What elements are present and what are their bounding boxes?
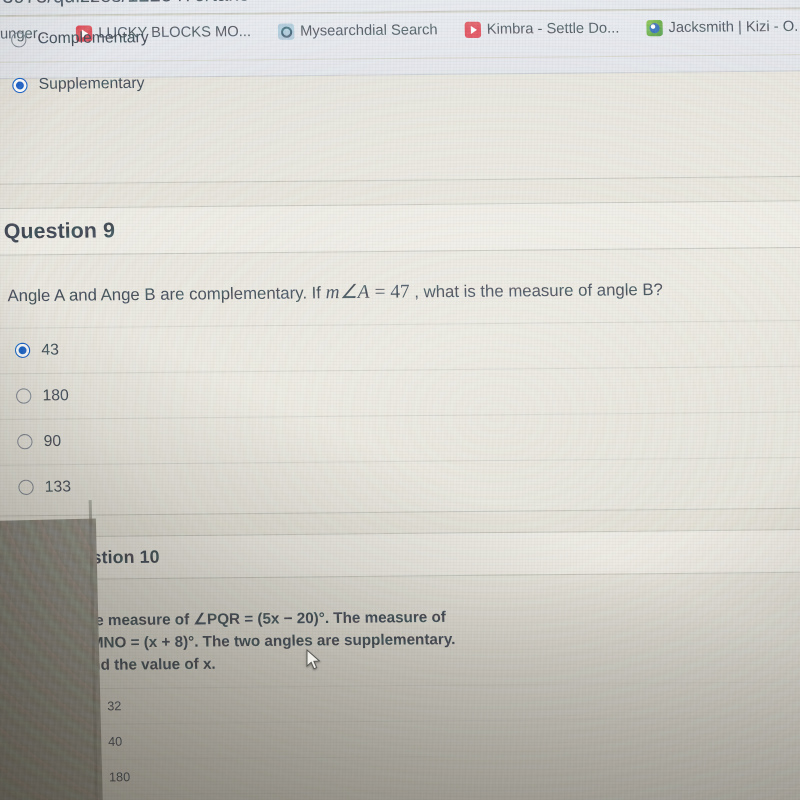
answer-label: 180 <box>108 770 131 785</box>
math-equals: = <box>369 281 391 303</box>
answer-list-10: 32 40 180 1 <box>25 680 800 800</box>
radio-button[interactable] <box>10 31 27 47</box>
question-text-10: The measure of ∠PQR = (5x − 20)°. The me… <box>23 572 800 689</box>
answer-label: 32 <box>107 699 122 714</box>
photo-of-screen: ourses/373973/quizzes/1228479/take Minec… <box>0 0 800 800</box>
answer-label: 180 <box>42 386 69 404</box>
answer-label: 90 <box>43 432 62 450</box>
radio-button[interactable] <box>17 433 33 450</box>
question-text-lead: Angle A and Ange B are complementary. If <box>7 284 326 306</box>
answer-option-90[interactable]: 90 <box>0 409 800 465</box>
answer-list-9: 43 180 90 133 <box>0 318 800 511</box>
answer-label: Supplementary <box>38 74 145 93</box>
question-body-10: The measure of ∠PQR = (5x − 20)°. The me… <box>23 572 800 800</box>
question-card-10: Question 10 The measure of ∠PQR = (5x − … <box>0 528 800 800</box>
math-value: 47 <box>390 281 410 303</box>
answer-option-180[interactable]: 180 <box>0 364 800 419</box>
question-text-9: Angle A and Ange B are complementary. If… <box>0 247 800 327</box>
question-card-9: Question 9 Angle A and Ange B are comple… <box>0 199 800 517</box>
radio-button[interactable] <box>15 388 32 404</box>
answer-option-supplementary[interactable]: Supplementary <box>0 53 800 108</box>
question-header-10: Question 10 <box>21 529 800 581</box>
answer-option-complementary[interactable]: Complementary <box>0 7 800 63</box>
address-bar-url[interactable]: ourses/373973/quizzes/1228479/take <box>0 0 250 10</box>
answer-label: 43 <box>41 340 60 359</box>
radio-button-selected[interactable] <box>12 77 28 93</box>
question-text-tail: , what is the measure of angle B? <box>409 280 664 302</box>
screen-content: ourses/373973/quizzes/1228479/take Minec… <box>0 0 800 800</box>
screen-bezel-left <box>0 518 105 800</box>
question-title: Question 9 <box>3 218 116 243</box>
question-header-9: Question 9 <box>0 200 800 256</box>
quiz-page: Complementary Supplementary Question 9 A… <box>0 6 800 800</box>
question-body-9: Angle A and Ange B are complementary. If… <box>0 247 800 511</box>
answer-option-133[interactable]: 133 <box>0 455 800 511</box>
answer-label: Complementary <box>37 28 149 48</box>
answer-label: 133 <box>44 477 72 496</box>
math-variable: m∠A <box>325 281 371 304</box>
answer-list: Complementary Supplementary <box>0 7 800 108</box>
screen-surface: ourses/373973/quizzes/1228479/take Minec… <box>0 0 800 800</box>
question-card-partial: Complementary Supplementary <box>0 6 800 185</box>
radio-button-selected[interactable] <box>14 342 31 359</box>
answer-label: 40 <box>107 734 123 750</box>
radio-button[interactable] <box>18 479 34 496</box>
answer-option-43[interactable]: 43 <box>0 318 800 374</box>
